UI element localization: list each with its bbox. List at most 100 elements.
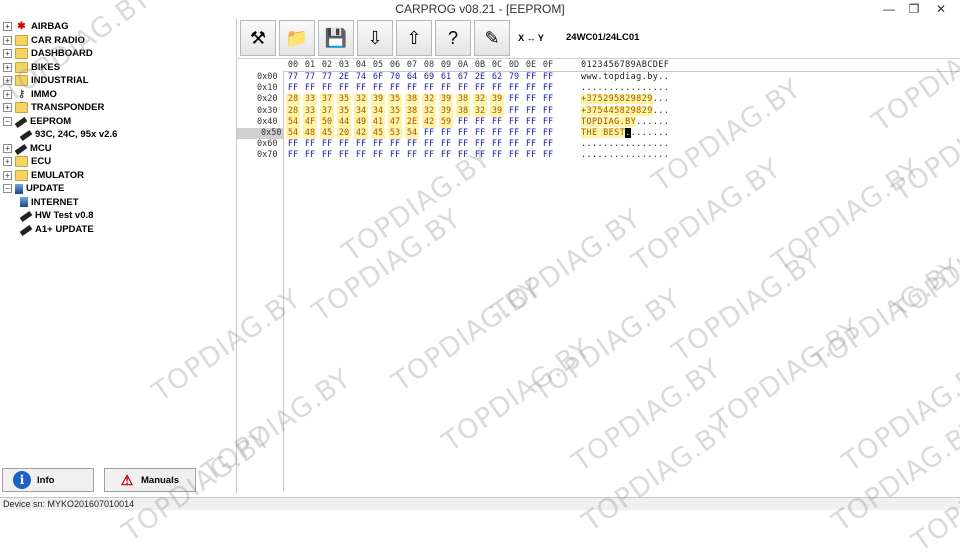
hex-byte[interactable]: 28 (286, 105, 300, 117)
hex-byte[interactable]: 33 (303, 105, 317, 117)
tree-item-bikes[interactable]: + BIKES (3, 61, 60, 74)
hex-byte[interactable]: 37 (320, 105, 334, 117)
hex-byte[interactable]: 32 (422, 94, 436, 106)
hex-editor[interactable]: 0123456789ABCDEF 00 01 02 03 04 05 06 07 08 09 0A 0… (237, 59, 960, 494)
tree-item-mcu[interactable]: + MCU (3, 142, 52, 155)
hex-byte[interactable]: 64 (405, 72, 419, 83)
hex-byte[interactable]: FF (286, 150, 300, 161)
expand-icon[interactable]: + (3, 157, 12, 166)
verify-chip-button[interactable]: ? (435, 20, 471, 56)
tree-item-eeprom[interactable]: − EEPROM (3, 115, 71, 128)
hex-byte[interactable]: FF (541, 117, 555, 128)
collapse-icon[interactable]: − (3, 116, 12, 126)
hex-byte[interactable]: FF (524, 72, 538, 83)
hex-byte[interactable]: 59 (439, 116, 453, 128)
hex-byte[interactable]: FF (405, 83, 419, 94)
hex-byte[interactable]: FF (303, 83, 317, 94)
hex-byte[interactable]: 34 (371, 105, 385, 117)
hex-byte[interactable]: 39 (490, 94, 504, 106)
hex-byte[interactable]: FF (524, 139, 538, 150)
tree-item-93c-24c-95x-v2-6[interactable]: 93C, 24C, 95x v2.6 (19, 128, 117, 141)
hex-byte[interactable]: 39 (371, 94, 385, 106)
hex-byte[interactable]: FF (473, 128, 487, 139)
hex-byte[interactable]: FF (320, 83, 334, 94)
hex-byte[interactable]: 54 (405, 128, 419, 139)
hex-byte[interactable]: FF (337, 150, 351, 161)
minimize-button[interactable]: — (878, 1, 900, 17)
hex-byte[interactable]: 35 (337, 94, 351, 106)
hex-byte[interactable]: 47 (388, 116, 402, 128)
hex-byte[interactable]: FF (439, 128, 453, 139)
hex-byte[interactable]: 77 (303, 72, 317, 83)
tree-item-internet[interactable]: INTERNET (20, 196, 79, 209)
expand-icon[interactable]: + (3, 89, 12, 99)
hex-byte[interactable]: FF (303, 139, 317, 150)
hex-byte[interactable]: FF (456, 128, 470, 139)
hex-byte[interactable]: FF (371, 83, 385, 94)
hex-byte[interactable]: FF (337, 139, 351, 150)
hex-byte[interactable]: FF (524, 94, 538, 105)
hex-byte[interactable]: FF (524, 128, 538, 139)
hex-byte[interactable]: 38 (456, 94, 470, 106)
hex-byte[interactable]: FF (388, 139, 402, 150)
hex-byte[interactable]: 2E (405, 116, 419, 128)
hex-byte[interactable]: FF (524, 83, 538, 94)
expand-icon[interactable]: + (3, 35, 12, 45)
hex-byte[interactable]: FF (490, 150, 504, 161)
hex-byte[interactable]: 35 (388, 94, 402, 106)
hex-byte[interactable]: FF (388, 83, 402, 94)
hex-byte[interactable]: 45 (371, 128, 385, 139)
hex-byte[interactable]: FF (456, 83, 470, 94)
hex-byte[interactable]: FF (354, 139, 368, 150)
manuals-button[interactable]: ⚠ Manuals (104, 468, 196, 492)
hex-byte[interactable]: FF (541, 128, 555, 139)
hex-byte[interactable]: FF (320, 139, 334, 150)
hex-byte[interactable]: FF (473, 117, 487, 128)
close-button[interactable]: ✕ (930, 1, 952, 17)
hex-byte[interactable]: 54 (286, 116, 300, 128)
hex-byte[interactable]: 32 (354, 94, 368, 106)
hex-byte[interactable]: FF (541, 106, 555, 117)
hex-byte[interactable]: FF (541, 83, 555, 94)
hex-byte[interactable]: FF (490, 117, 504, 128)
restore-button[interactable]: ❐ (903, 1, 925, 17)
ascii-row[interactable]: TOPDIAG.BY...... (581, 116, 669, 128)
ascii-row[interactable]: ................ (581, 83, 669, 94)
hex-byte[interactable]: FF (388, 150, 402, 161)
collapse-icon[interactable]: − (3, 184, 12, 193)
hex-byte[interactable]: FF (354, 150, 368, 161)
hex-byte[interactable]: 35 (337, 105, 351, 117)
hex-byte[interactable]: FF (507, 117, 521, 128)
tree-item-industrial[interactable]: + INDUSTRIAL (3, 74, 89, 87)
hex-byte[interactable]: 42 (422, 116, 436, 128)
ascii-row[interactable]: +375295829829... (581, 94, 669, 105)
expand-icon[interactable]: + (3, 170, 12, 180)
expand-icon[interactable]: + (3, 103, 12, 112)
hex-byte[interactable]: 38 (405, 105, 419, 117)
hex-byte[interactable]: 6F (371, 72, 385, 83)
expand-icon[interactable]: + (3, 76, 12, 85)
hex-byte[interactable]: FF (507, 83, 521, 94)
hex-byte[interactable]: FF (541, 94, 555, 105)
hex-byte[interactable]: FF (439, 139, 453, 150)
hex-byte[interactable]: FF (422, 128, 436, 139)
hex-byte[interactable]: FF (541, 139, 555, 150)
tree-item-hw-test-v0-8[interactable]: HW Test v0.8 (19, 209, 93, 222)
hex-byte[interactable]: 70 (388, 72, 402, 83)
hex-byte[interactable]: 67 (456, 72, 470, 83)
hex-byte[interactable]: 77 (286, 72, 300, 83)
hex-byte[interactable]: FF (354, 83, 368, 94)
tree-item-emulator[interactable]: + EMULATOR (3, 169, 84, 182)
hex-byte[interactable]: 74 (354, 72, 368, 83)
ascii-row[interactable]: www.topdiag.by.. (581, 72, 669, 83)
expand-icon[interactable]: + (3, 22, 12, 31)
hex-byte[interactable]: FF (490, 128, 504, 139)
hex-byte[interactable]: 62 (490, 72, 504, 83)
hex-byte[interactable]: 79 (507, 72, 521, 83)
info-button[interactable]: i Info (2, 468, 94, 492)
hex-byte[interactable]: 45 (320, 128, 334, 139)
hex-byte[interactable]: FF (473, 139, 487, 150)
hex-byte[interactable]: FF (456, 150, 470, 161)
hex-byte[interactable]: 33 (303, 94, 317, 106)
open-folder-button[interactable]: 📁 (279, 20, 315, 56)
